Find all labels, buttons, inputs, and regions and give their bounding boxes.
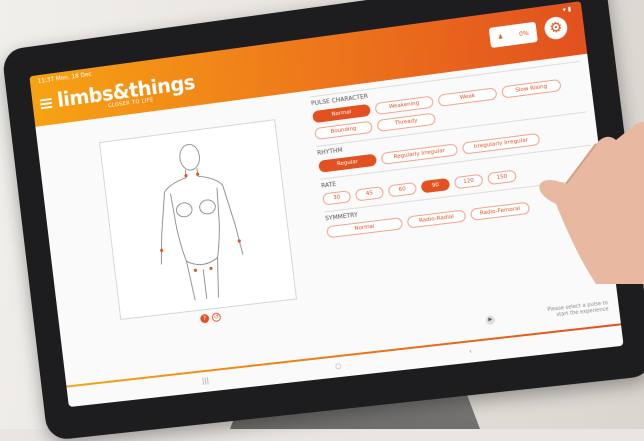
app-screen: 11:37 Mon, 18 Dec ▾ ▮ limbs&things CLOSE…	[29, 1, 624, 408]
home-icon[interactable]: ○	[335, 362, 342, 371]
hand-touching-screen	[539, 122, 644, 284]
pulse-option[interactable]: Thready	[376, 112, 437, 133]
rate-option[interactable]: 45	[354, 186, 385, 202]
rate-option[interactable]: 150	[487, 169, 517, 186]
recent-apps-icon[interactable]: |||	[202, 377, 210, 386]
rate-option[interactable]: 90	[420, 177, 451, 194]
pulse-option[interactable]: Weakening	[374, 95, 434, 116]
pulse-option[interactable]: Bounding	[314, 120, 374, 141]
rate-option[interactable]: 60	[387, 181, 418, 198]
status-icons: ▾ ▮	[562, 5, 572, 14]
person-icon: ♟	[497, 32, 504, 41]
start-hint: Please select a pulse to start the exper…	[547, 300, 610, 319]
play-icon[interactable]: ▶	[485, 315, 496, 326]
help-icon[interactable]: ?	[199, 313, 210, 324]
symmetry-option[interactable]: Radio-Femoral	[469, 201, 531, 221]
hamburger-menu-icon[interactable]	[39, 98, 53, 110]
rate-option[interactable]: 30	[322, 190, 352, 206]
status-time: 11:37 Mon, 18 Dec	[37, 70, 93, 86]
symmetry-option[interactable]: Radio-Radial	[406, 209, 467, 229]
body-outline-figure	[100, 120, 296, 319]
pulse-option[interactable]: Weak	[437, 87, 498, 107]
badge-value: 0%	[518, 29, 530, 38]
settings-gear-icon[interactable]: ⚙	[543, 15, 569, 41]
volume-badge[interactable]: ♟ 0%	[488, 21, 538, 49]
accent-divider	[66, 323, 622, 388]
body-pulse-diagram[interactable]	[98, 119, 298, 320]
reset-icon[interactable]: ↺	[211, 312, 222, 323]
back-icon[interactable]: ‹	[469, 347, 473, 355]
diagram-controls: ? ↺	[199, 312, 222, 324]
rhythm-option[interactable]: Regular	[318, 153, 378, 173]
pulse-option[interactable]: Normal	[312, 103, 371, 124]
rate-option[interactable]: 120	[453, 173, 484, 190]
